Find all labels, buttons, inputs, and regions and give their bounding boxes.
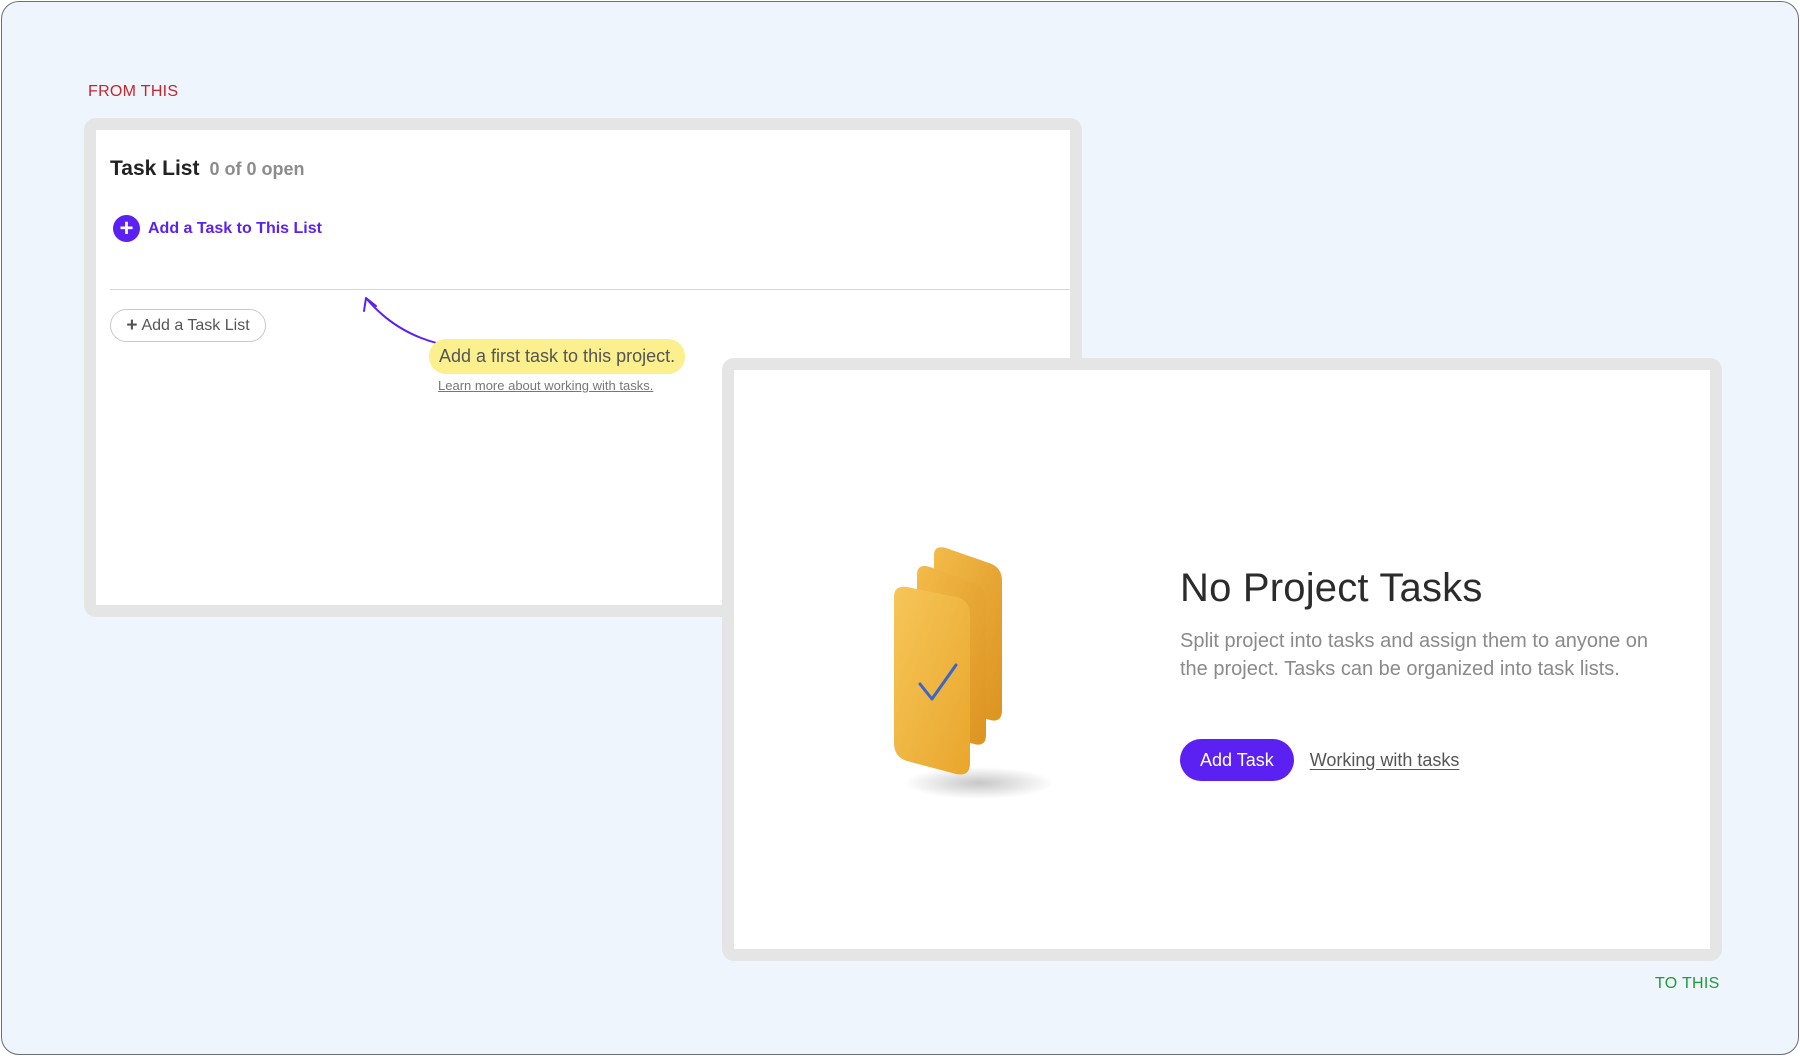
add-task-label: Add a Task to This List: [148, 219, 322, 237]
add-task-button[interactable]: Add Task: [1180, 739, 1294, 781]
comparison-canvas: FROM THIS Task List 0 of 0 open + Add a …: [1, 1, 1799, 1055]
empty-state-actions: Add Task Working with tasks: [1180, 739, 1459, 781]
empty-state-title: No Project Tasks: [1180, 566, 1483, 610]
task-list-title: Task List: [110, 157, 200, 180]
to-caption: TO THIS: [1655, 975, 1720, 992]
add-task-to-list-button[interactable]: + Add a Task to This List: [113, 215, 322, 242]
plus-icon: +: [126, 314, 138, 336]
task-list-count: 0 of 0 open: [209, 159, 305, 179]
add-task-list-button[interactable]: + Add a Task List: [110, 309, 266, 342]
stacked-task-cards-checkmark-icon: [894, 547, 1054, 799]
hint-callout: Add a first task to this project.: [429, 339, 686, 374]
empty-state-content: No Project Tasks Split project into task…: [734, 370, 1710, 949]
empty-state-description: Split project into tasks and assign them…: [1180, 630, 1649, 680]
plus-circle-icon: +: [113, 215, 140, 242]
from-caption: FROM THIS: [88, 83, 179, 100]
add-task-list-label: Add a Task List: [141, 316, 250, 334]
new-empty-state-panel: No Project Tasks Split project into task…: [722, 358, 1722, 961]
task-list-header: Task List 0 of 0 open: [110, 157, 305, 181]
divider: [110, 289, 1070, 290]
working-with-tasks-link[interactable]: Working with tasks: [1310, 750, 1460, 771]
learn-more-link[interactable]: Learn more about working with tasks.: [438, 378, 653, 393]
